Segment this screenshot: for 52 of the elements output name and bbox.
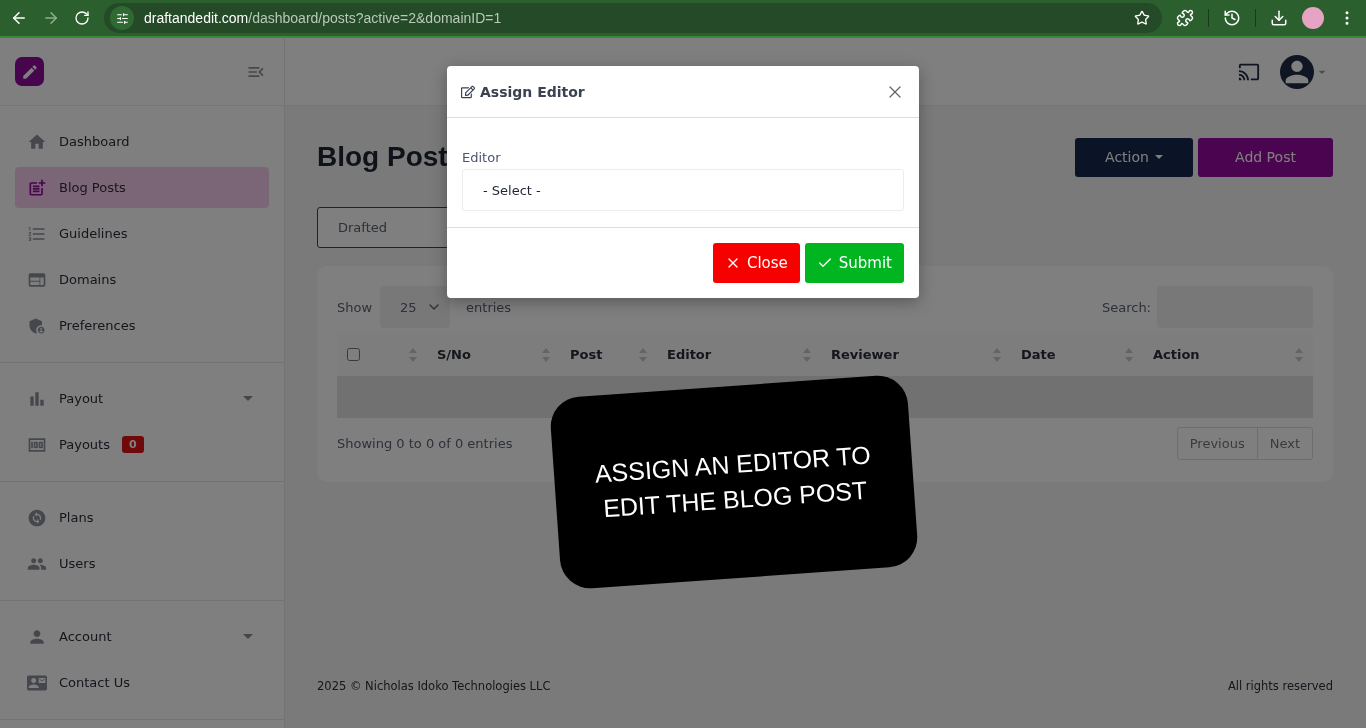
column-header[interactable]: Date	[1021, 347, 1056, 362]
copyright-text: 2025 © Nicholas Idoko Technologies LLC	[317, 679, 551, 693]
show-label: Show	[337, 299, 373, 315]
sidebar-item[interactable]: Dashboard	[15, 121, 269, 162]
site-settings-icon[interactable]	[110, 6, 134, 30]
rights-text: All rights reserved	[1227, 679, 1333, 693]
action-button[interactable]: Action	[1075, 137, 1193, 177]
pencil-logo-icon[interactable]	[15, 57, 44, 86]
reload-icon[interactable]	[74, 10, 90, 26]
pager-button[interactable]: Previous	[1177, 428, 1257, 459]
table-info: Showing 0 to 0 of 0 entries	[337, 436, 513, 451]
star-icon[interactable]	[1134, 10, 1150, 26]
post-add-icon	[27, 177, 47, 198]
sidebar-item[interactable]: Payout	[15, 378, 269, 419]
column-header[interactable]: Editor	[667, 347, 712, 362]
edit-icon	[461, 84, 475, 99]
field-label: Editor	[462, 150, 502, 165]
sidebar-item[interactable]: Plans	[15, 497, 269, 538]
sidebar-item[interactable]: Contact Us	[15, 662, 269, 703]
pager-button[interactable]: Next	[1256, 428, 1312, 459]
add-post-button[interactable]: Add Post	[1198, 137, 1333, 177]
column-header[interactable]: S/No	[437, 347, 471, 362]
count-badge: 0	[122, 436, 144, 453]
sidebar-item[interactable]: Guidelines	[15, 213, 269, 254]
callout-text: ASSIGN AN EDITOR TO EDIT THE BLOG POST	[592, 439, 873, 525]
history-icon[interactable]	[1223, 9, 1241, 27]
circle-arrow-icon	[27, 507, 47, 528]
editor-select[interactable]: - Select -	[462, 169, 904, 211]
back-icon[interactable]	[10, 9, 28, 27]
sidebar-item[interactable]: Payouts 0	[15, 424, 269, 465]
search-label: Search:	[1101, 299, 1151, 315]
page-title: Blog Post	[317, 141, 448, 173]
profile-avatar[interactable]	[1302, 7, 1324, 29]
column-header[interactable]: Post	[570, 347, 603, 362]
sidebar-item[interactable]: Blog Posts	[15, 167, 269, 208]
download-icon[interactable]	[1270, 9, 1288, 27]
column-header[interactable]: Reviewer	[831, 347, 899, 362]
sidebar-item[interactable]: Account	[15, 616, 269, 657]
close-button[interactable]: Close	[712, 243, 800, 283]
entries-label: entries	[466, 299, 512, 315]
caret-icon	[243, 396, 253, 401]
puzzle-icon[interactable]	[1176, 9, 1194, 27]
caret-icon	[243, 634, 253, 639]
submit-button[interactable]: Submit	[804, 243, 904, 283]
page-size-select[interactable]: 25	[380, 286, 451, 328]
dialog-title: Assign Editor	[480, 83, 585, 100]
select-all-checkbox[interactable]	[347, 348, 360, 361]
sidebar-item[interactable]: Domains	[15, 259, 269, 300]
column-header[interactable]: Action	[1153, 347, 1200, 362]
sidebar-item[interactable]: Preferences	[15, 305, 269, 346]
caret-icon	[1154, 155, 1163, 159]
sidebar-item[interactable]: Users	[15, 543, 269, 584]
